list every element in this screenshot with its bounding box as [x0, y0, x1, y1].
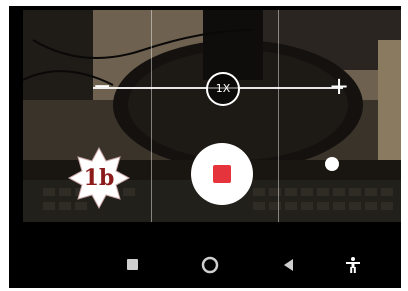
system-nav-bar — [9, 244, 401, 288]
zoom-level-indicator[interactable]: 1X — [206, 72, 240, 106]
recents-button[interactable] — [123, 255, 143, 275]
grid-line — [151, 10, 152, 222]
stop-icon — [213, 165, 231, 183]
square-recents-icon — [127, 259, 138, 270]
back-button[interactable] — [279, 255, 299, 275]
triangle-back-icon — [284, 259, 293, 271]
circle-home-icon — [201, 256, 219, 274]
step-badge: 1b — [67, 146, 131, 210]
stop-recording-button[interactable] — [191, 143, 253, 205]
step-badge-label: 1b — [83, 165, 115, 191]
zoom-in-button[interactable]: + — [328, 74, 350, 98]
phone-screen: − + 1X 1b — [9, 6, 401, 288]
accessibility-button[interactable] — [343, 255, 363, 275]
home-button[interactable] — [200, 255, 220, 275]
accessibility-person-icon — [346, 257, 360, 273]
camera-mode-dot[interactable] — [325, 157, 339, 171]
grid-line — [278, 10, 279, 222]
zoom-out-button[interactable]: − — [93, 76, 111, 98]
